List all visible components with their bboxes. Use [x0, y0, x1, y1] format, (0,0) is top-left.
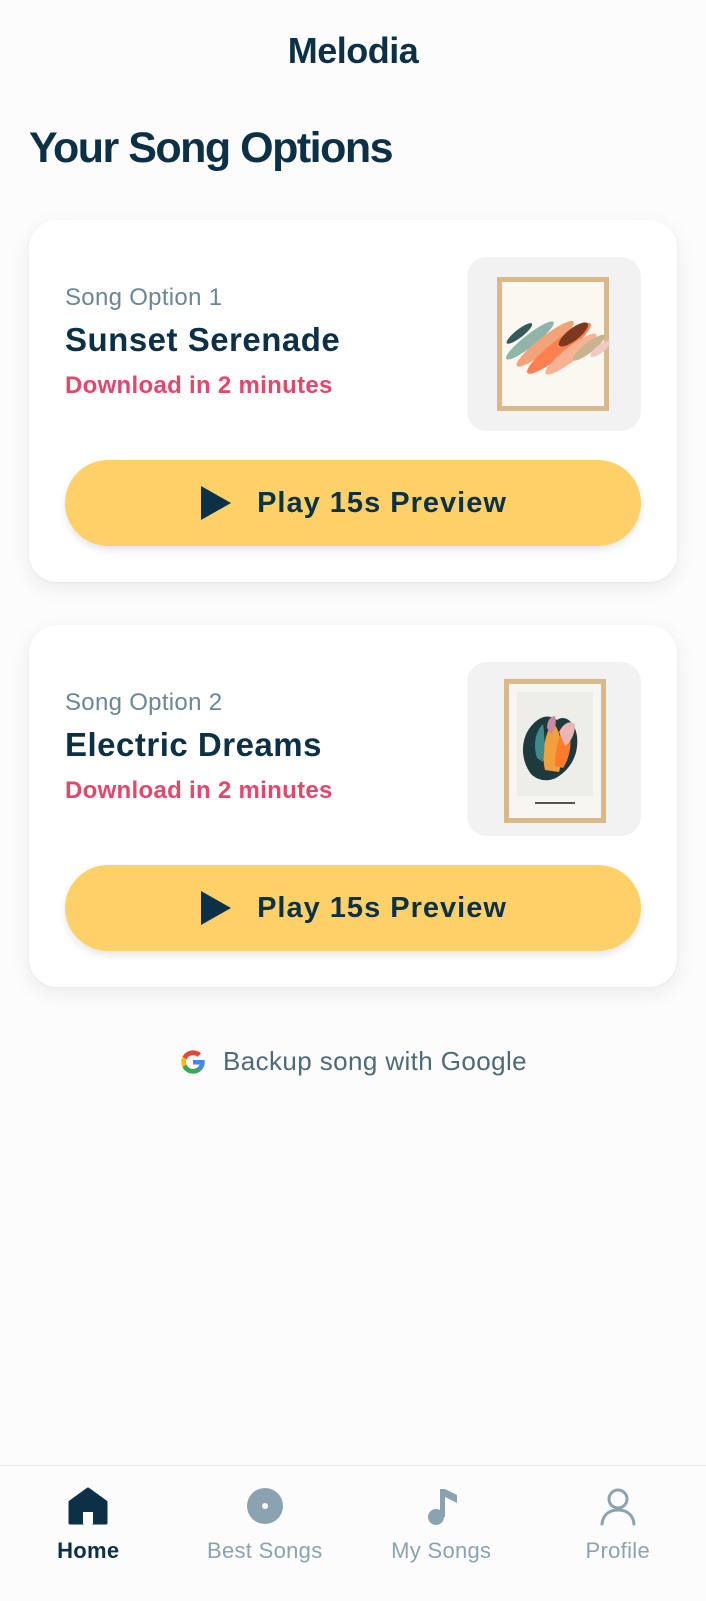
- home-icon: [68, 1486, 108, 1526]
- nav-item-home[interactable]: Home: [0, 1466, 177, 1601]
- nav-label: Home: [57, 1538, 119, 1564]
- nav-label: Profile: [586, 1538, 650, 1564]
- backup-google-label: Backup song with Google: [223, 1046, 527, 1077]
- play-icon: [199, 485, 233, 521]
- play-preview-button[interactable]: Play 15s Preview: [65, 865, 641, 951]
- user-icon: [598, 1486, 638, 1526]
- bottom-nav: Home Best Songs My Songs Profile: [0, 1465, 706, 1601]
- download-status: Download in 2 minutes: [65, 372, 333, 400]
- app-title: Melodia: [0, 30, 706, 72]
- google-icon: [179, 1048, 207, 1076]
- song-option-label: Song Option 1: [65, 284, 222, 312]
- play-preview-label: Play 15s Preview: [257, 487, 507, 520]
- play-preview-button[interactable]: Play 15s Preview: [65, 460, 641, 546]
- song-title: Electric Dreams: [65, 726, 322, 764]
- song-option-card-2: Song Option 2 Electric Dreams Download i…: [29, 625, 677, 987]
- nav-label: Best Songs: [207, 1538, 323, 1564]
- song-title: Sunset Serenade: [65, 321, 340, 359]
- song-option-card-1: Song Option 1 Sunset Serenade Download i…: [29, 220, 677, 582]
- nav-item-best-songs[interactable]: Best Songs: [177, 1466, 354, 1601]
- play-icon: [199, 890, 233, 926]
- download-status: Download in 2 minutes: [65, 777, 333, 805]
- nav-label: My Songs: [391, 1538, 491, 1564]
- song-option-label: Song Option 2: [65, 689, 222, 717]
- play-preview-label: Play 15s Preview: [257, 892, 507, 925]
- album-art-image: [467, 257, 641, 431]
- backup-google-link[interactable]: Backup song with Google: [0, 1046, 706, 1077]
- album-art-image: [467, 662, 641, 836]
- page-heading: Your Song Options: [29, 124, 392, 173]
- nav-item-my-songs[interactable]: My Songs: [353, 1466, 530, 1601]
- music-note-icon: [421, 1486, 461, 1526]
- nav-item-profile[interactable]: Profile: [530, 1466, 706, 1601]
- disc-icon: [245, 1486, 285, 1526]
